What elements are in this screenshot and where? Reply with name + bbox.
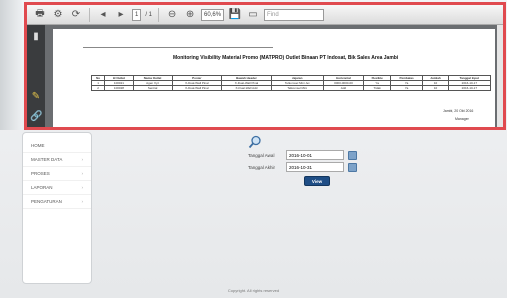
table-body: 1 100021 Agen Xyz X-Dual-Wall Pinal X-Dual-W… bbox=[90, 80, 492, 91]
toolbar-divider bbox=[158, 7, 160, 22]
document-area: Monitoring Visibility Material Promo (MA… bbox=[45, 25, 503, 127]
chevron-right-icon: › bbox=[81, 199, 84, 204]
search-icon bbox=[248, 135, 261, 149]
sidebar-item-label: HOME bbox=[31, 143, 45, 148]
signature-label: Manager bbox=[455, 117, 469, 121]
view-button[interactable]: View bbox=[304, 176, 330, 186]
table-cell: 10 bbox=[422, 85, 449, 91]
sidebar-item-label: LAPORAN bbox=[31, 185, 53, 190]
table-row: 2 100028 Sentral X-Dual-Wall Pinal X-Dual-Wa… bbox=[90, 85, 492, 91]
pdf-viewer: 🖶 ⚙ ⟳ ◂ ▸ 1 / 1 ⊖ ⊕ 60,6% 💾 ▭ Find ▮ ✎ 🔗… bbox=[24, 2, 506, 130]
pdf-toolbar: 🖶 ⚙ ⟳ ◂ ▸ 1 / 1 ⊖ ⊕ 60,6% 💾 ▭ Find bbox=[27, 5, 503, 25]
table-cell: Ya bbox=[389, 85, 424, 91]
table-cell: Telkomsel Mini bbox=[270, 85, 324, 91]
refresh-icon[interactable]: ⟳ bbox=[69, 8, 83, 22]
bookmark-icon[interactable]: ✎ bbox=[30, 91, 42, 103]
sidebar-item-label: PROSES bbox=[31, 171, 50, 176]
background-edge bbox=[0, 0, 22, 130]
table-cell: X-Dual-Wall Add bbox=[221, 85, 272, 91]
sidebar-nav: HOME MASTER DATA › PROSES › LAPORAN › PENGA… bbox=[22, 132, 92, 284]
zoom-in-icon[interactable]: ⊕ bbox=[183, 8, 197, 22]
sidebar-item-label: MASTER DATA bbox=[31, 157, 63, 162]
pdf-scrollbar[interactable] bbox=[497, 25, 503, 127]
toolbar-divider bbox=[89, 7, 90, 22]
find-input[interactable]: Find bbox=[264, 8, 325, 21]
sidebar-item-proses[interactable]: PROSES › bbox=[23, 167, 91, 181]
page-total: / 1 bbox=[145, 11, 153, 18]
chevron-right-icon: › bbox=[81, 185, 84, 190]
chevron-right-icon: › bbox=[81, 171, 84, 176]
footer-text: Copyright. All rights reserved bbox=[227, 288, 280, 293]
report-title: Monitoring Visibility Material Promo (MA… bbox=[173, 55, 399, 61]
sidebar-item-laporan[interactable]: LAPORAN › bbox=[23, 181, 91, 195]
start-date-row: Tanggal Awal bbox=[248, 150, 357, 160]
table-cell: 2 bbox=[90, 85, 106, 91]
page-number-field[interactable]: 1 bbox=[132, 8, 142, 21]
calendar-icon[interactable] bbox=[348, 150, 357, 160]
pages-icon[interactable]: ▮ bbox=[30, 31, 42, 43]
page-rule bbox=[83, 47, 273, 48]
table-header-row: No Id Outlet Nama Outlet Poster Bawah Header… bbox=[90, 75, 492, 81]
tools-icon[interactable]: ⚙ bbox=[51, 8, 65, 22]
zoom-select[interactable]: 60,6% bbox=[201, 8, 225, 21]
next-page-icon[interactable]: ▸ bbox=[114, 8, 128, 22]
sidebar-item-home[interactable]: HOME bbox=[23, 139, 91, 153]
table-cell: X-Dual-Wall Pinal bbox=[171, 85, 223, 91]
table-cell: 100028 bbox=[104, 85, 134, 91]
document-page: Monitoring Visibility Material Promo (MA… bbox=[53, 29, 495, 127]
end-date-label: Tanggal Akhir bbox=[248, 164, 276, 170]
save-icon[interactable]: 💾 bbox=[228, 8, 242, 22]
sidebar-item-label: PENGATURAN bbox=[31, 199, 62, 204]
pdf-side-panel: ▮ ✎ 🔗 bbox=[27, 25, 45, 127]
attachment-icon[interactable]: 🔗 bbox=[30, 111, 42, 123]
chevron-right-icon: › bbox=[81, 157, 84, 162]
table-cell: 2016-10-17 bbox=[447, 85, 492, 91]
report-date: Jambi, 20 Okt 2016 bbox=[443, 109, 474, 113]
report-table: No Id Outlet Nama Outlet Poster Bawah Header… bbox=[90, 75, 492, 91]
table-cell: Sentral bbox=[132, 85, 173, 91]
end-date-row: Tanggal Akhir bbox=[248, 162, 357, 172]
print-icon[interactable]: 🖶 bbox=[33, 8, 47, 22]
calendar-icon[interactable] bbox=[348, 162, 357, 172]
table-cell: Tidak bbox=[363, 85, 391, 91]
report-filter-form: Tanggal Awal Tanggal Akhir View bbox=[96, 132, 500, 284]
start-date-field[interactable] bbox=[286, 150, 344, 160]
sidebar-item-pengaturan[interactable]: PENGATURAN › bbox=[23, 195, 91, 209]
table-cell: Add bbox=[322, 85, 365, 91]
zoom-out-icon[interactable]: ⊖ bbox=[165, 8, 179, 22]
prev-page-icon[interactable]: ◂ bbox=[96, 8, 110, 22]
end-date-field[interactable] bbox=[286, 162, 344, 172]
fit-page-icon[interactable]: ▭ bbox=[246, 8, 260, 22]
start-date-label: Tanggal Awal bbox=[248, 152, 275, 158]
sidebar-item-master-data[interactable]: MASTER DATA › bbox=[23, 153, 91, 167]
